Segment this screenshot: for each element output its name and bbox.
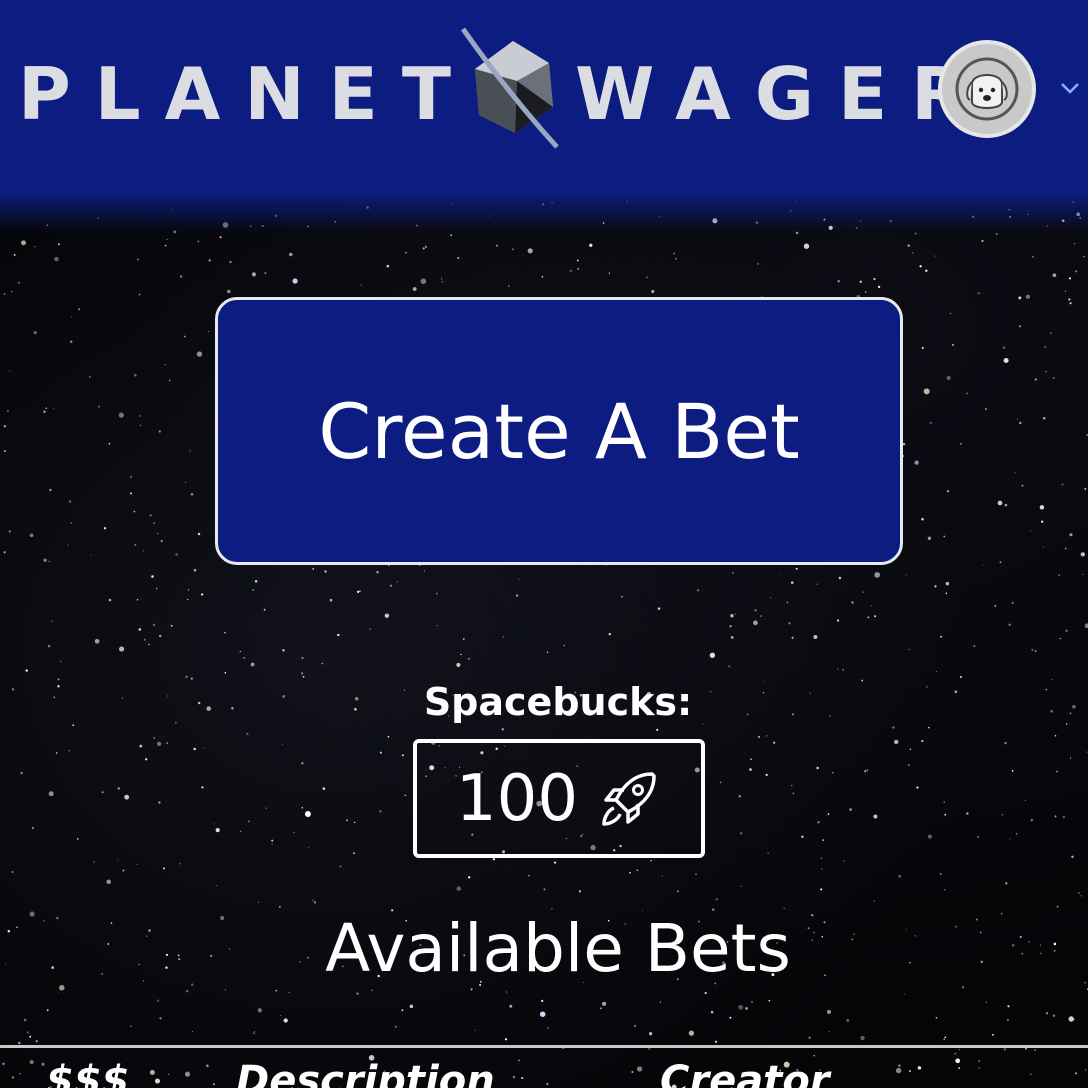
user-avatar[interactable]: [938, 40, 1036, 138]
table-divider: [0, 1045, 1088, 1048]
chevron-down-icon[interactable]: [1058, 76, 1082, 100]
column-header-amount[interactable]: $$$: [46, 1058, 130, 1088]
planet-logo-icon: [460, 27, 559, 149]
column-header-creator[interactable]: Creator: [660, 1058, 830, 1088]
logo-text-wager: WAGER: [574, 52, 991, 136]
logo-text-planet: PLANET: [18, 52, 475, 136]
header-fade: [0, 192, 1088, 232]
spacebucks-balance: 100: [413, 739, 705, 858]
column-header-description[interactable]: Description: [236, 1058, 495, 1088]
available-bets-title: Available Bets: [325, 910, 791, 987]
spacebucks-label: Spacebucks:: [423, 680, 693, 724]
rocket-icon: [602, 771, 656, 826]
astronaut-dog-icon: [955, 57, 1019, 121]
planet-wager-logo[interactable]: PLANET WAGER: [18, 27, 991, 149]
top-navbar: PLANET WAGER: [0, 0, 1088, 192]
spacebucks-value: 100: [455, 761, 579, 836]
create-bet-button[interactable]: Create A Bet: [215, 297, 903, 565]
